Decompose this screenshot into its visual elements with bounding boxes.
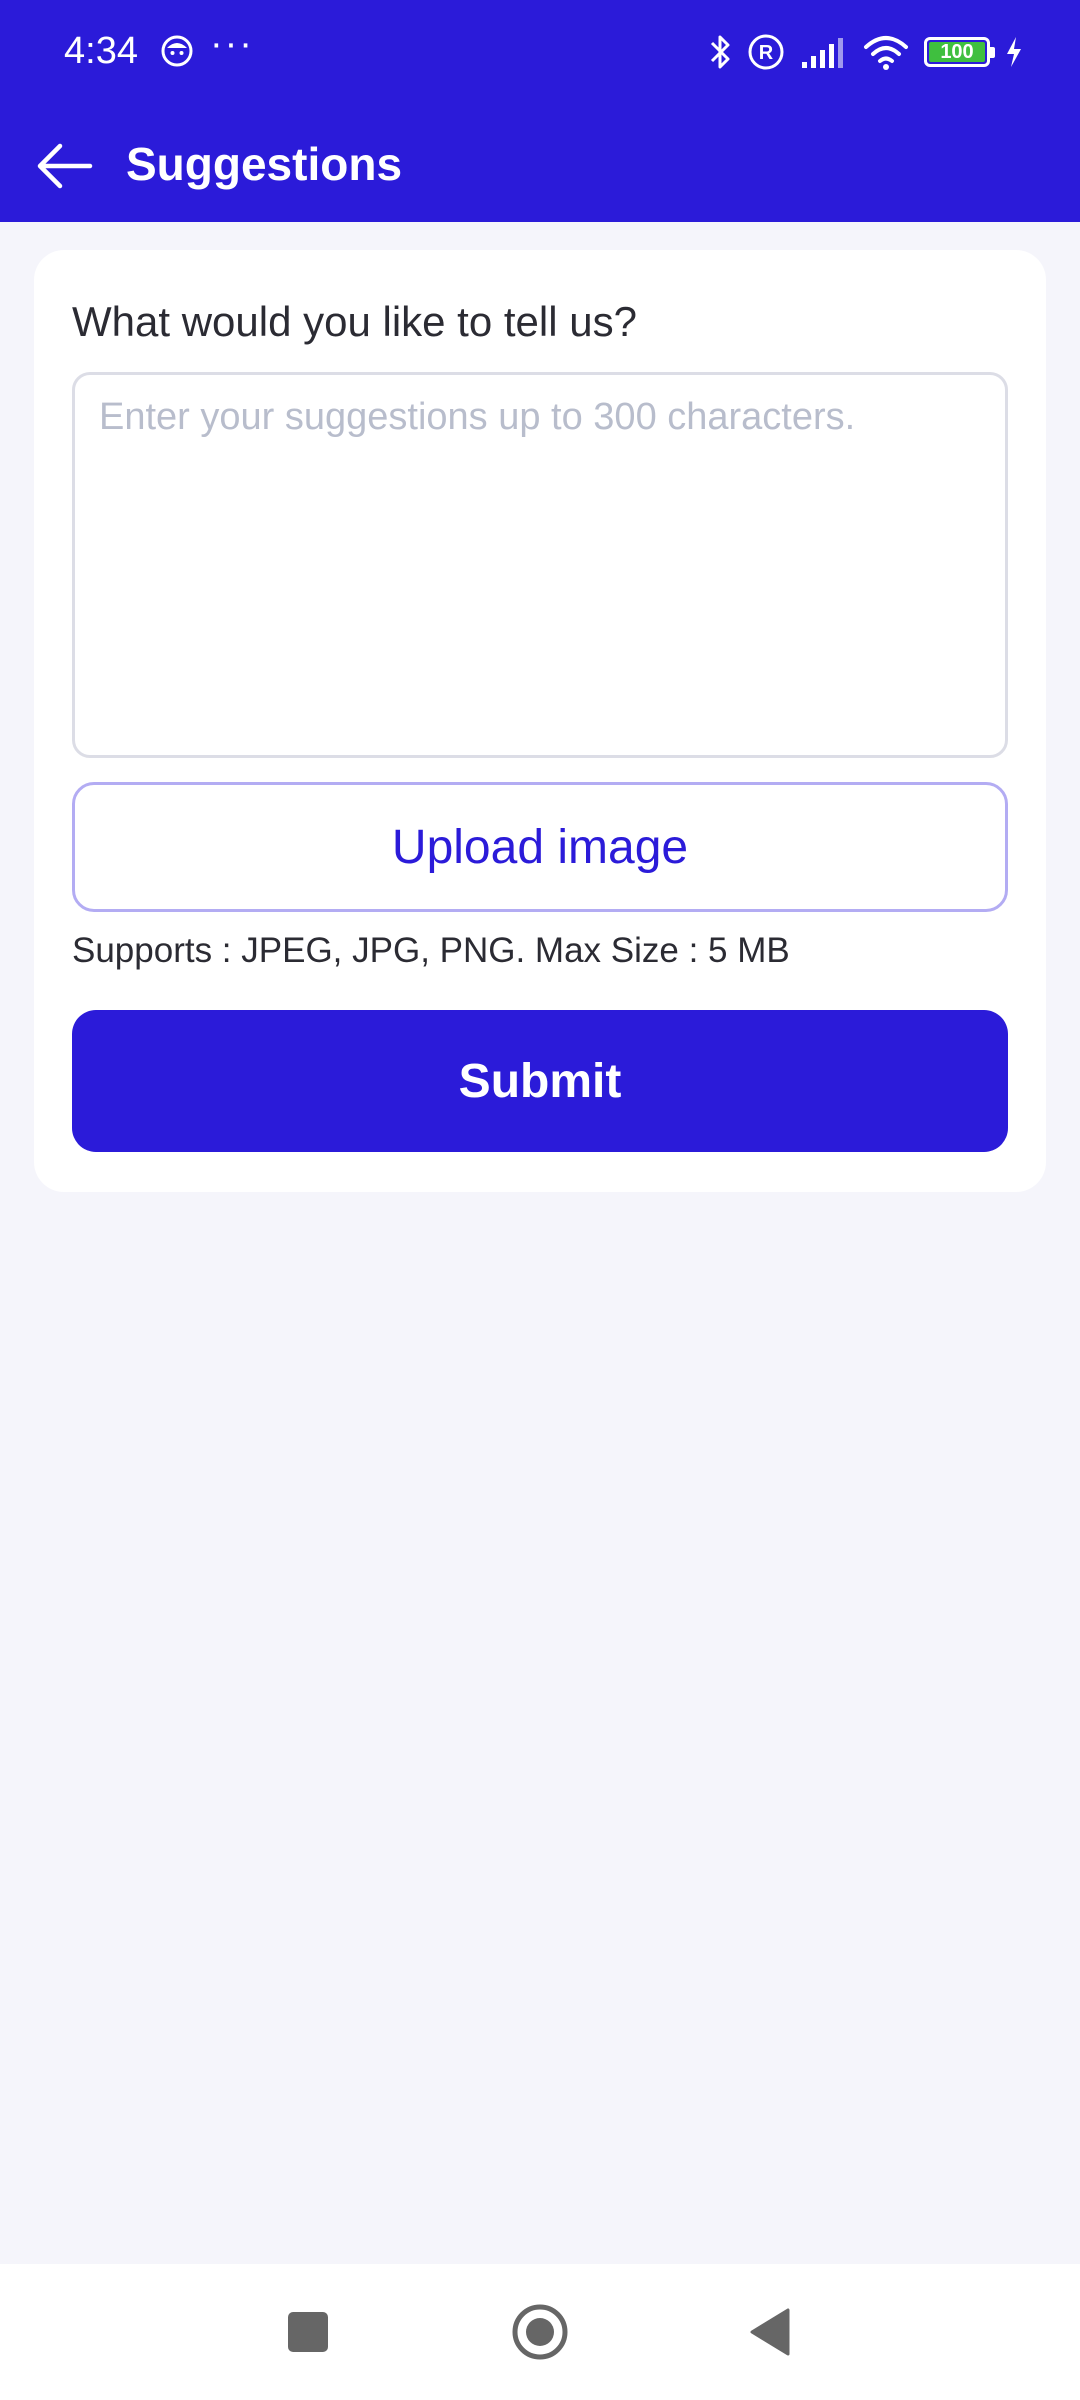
back-button[interactable]: [26, 128, 102, 204]
home-circle-icon: [512, 2304, 568, 2360]
submit-button[interactable]: Submit: [72, 1010, 1008, 1152]
battery-tip: [990, 47, 995, 58]
registered-icon: R: [748, 34, 784, 70]
bluetooth-icon: [710, 35, 730, 69]
back-triangle-icon: [750, 2308, 790, 2356]
supported-formats-note: Supports : JPEG, JPG, PNG. Max Size : 5 …: [72, 931, 790, 970]
system-nav-bar: [0, 2264, 1080, 2400]
face-icon: [161, 35, 193, 67]
battery-icon: 100: [924, 37, 995, 67]
recents-square-icon: [288, 2312, 328, 2352]
svg-text:R: R: [759, 42, 774, 64]
charging-icon: [1007, 37, 1021, 67]
submit-label: Submit: [458, 1054, 622, 1108]
more-notifications-icon: ···: [210, 23, 254, 65]
signal-icon: [802, 38, 843, 68]
status-time: 4:34: [64, 30, 138, 72]
battery-level: 100: [940, 41, 974, 63]
app-bar: Suggestions: [0, 104, 1080, 222]
suggestion-prompt-label: What would you like to tell us?: [72, 298, 637, 345]
suggestion-input[interactable]: [72, 372, 1008, 758]
arrow-left-icon: [37, 143, 93, 189]
status-icons: R 100: [708, 30, 1024, 74]
home-button[interactable]: [502, 2294, 578, 2370]
upload-image-label: Upload image: [391, 820, 689, 874]
suggestion-form-card: What would you like to tell us? Upload i…: [34, 250, 1046, 1192]
app-header: 4:34 ··· R 100 Suggestions: [0, 0, 1080, 222]
recents-button[interactable]: [270, 2294, 346, 2370]
wifi-icon: [864, 36, 908, 70]
upload-image-button[interactable]: Upload image: [72, 782, 1008, 912]
page-title: Suggestions: [126, 138, 403, 190]
system-back-button[interactable]: [732, 2294, 808, 2370]
status-bar: 4:34 ··· R 100: [0, 0, 1080, 104]
